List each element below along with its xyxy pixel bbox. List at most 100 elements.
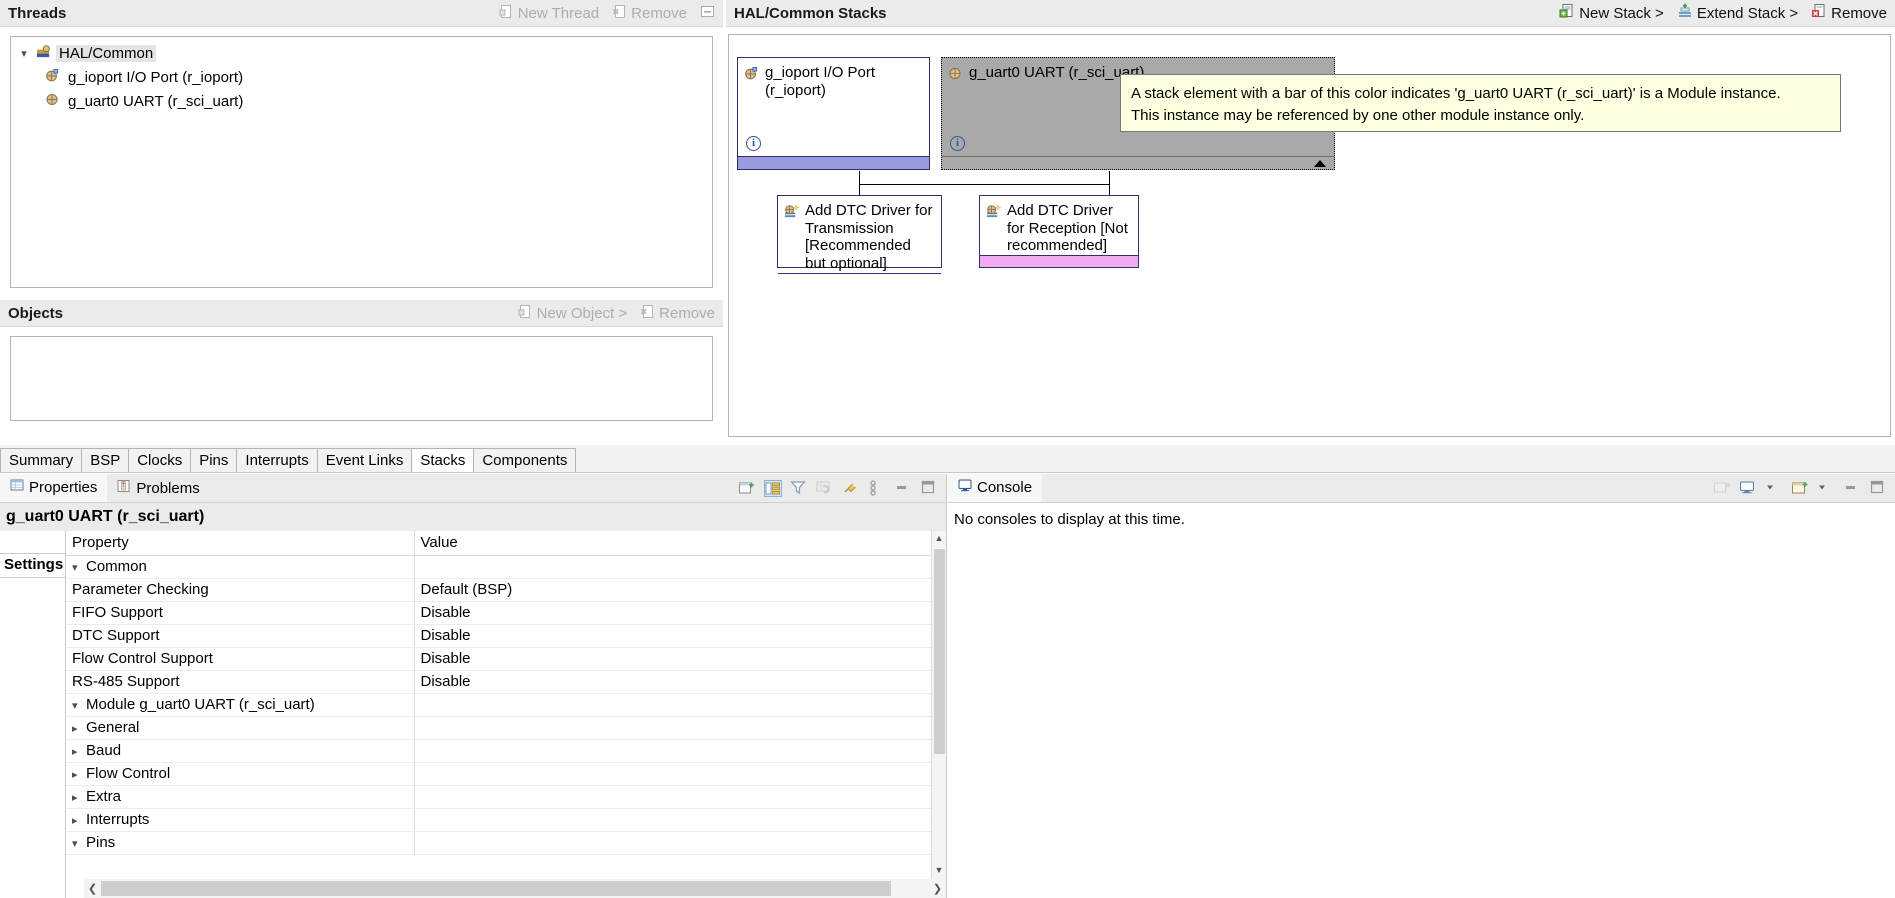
filter-icon[interactable] — [790, 480, 808, 497]
properties-table-container[interactable]: Property Value ▾ Common Parameter Checkin… — [66, 531, 946, 898]
threads-collapse-all-button[interactable] — [700, 4, 715, 23]
vertical-scroll-thumb[interactable] — [934, 549, 945, 754]
table-row[interactable]: ▸ General — [66, 716, 946, 740]
row-value[interactable] — [414, 808, 946, 832]
table-row[interactable]: RS-485 Support Disable — [66, 670, 946, 694]
new-thread-label: New Thread — [517, 4, 600, 22]
row-value[interactable]: Disable — [414, 647, 946, 671]
stack-box-ioport[interactable]: g_ioport I/O Port (r_ioport) i — [737, 57, 930, 170]
threads-panel-header: Threads New Thread Remove — [0, 0, 723, 27]
maximize-icon[interactable] — [920, 480, 938, 497]
console-content[interactable]: No consoles to display at this time. — [948, 503, 1895, 536]
table-row[interactable]: FIFO Support Disable — [66, 601, 946, 625]
table-row[interactable]: ▸ Interrupts — [66, 808, 946, 832]
tooltip-line-2: This instance may be referenced by one o… — [1131, 106, 1585, 124]
view-tab-properties[interactable]: Properties — [0, 474, 108, 502]
new-stack-button[interactable]: New Stack > — [1559, 3, 1664, 23]
maximize-icon[interactable] — [1869, 480, 1887, 497]
objects-panel: Objects New Object > Remove — [0, 300, 723, 445]
row-value[interactable]: Disable — [414, 624, 946, 648]
tab-interrupts[interactable]: Interrupts — [236, 448, 318, 472]
scroll-right-arrow-icon[interactable]: ❯ — [929, 882, 946, 895]
chevron-down-icon[interactable]: ▾ — [72, 699, 86, 712]
row-value[interactable]: Disable — [414, 601, 946, 625]
table-row[interactable]: Parameter Checking Default (BSP) — [66, 578, 946, 602]
open-console-icon[interactable] — [1791, 480, 1809, 497]
row-label: Pins — [86, 834, 116, 851]
row-value[interactable] — [414, 785, 946, 809]
table-row[interactable]: ▾ Common — [66, 555, 946, 579]
tab-pins[interactable]: Pins — [190, 448, 238, 472]
scroll-left-arrow-icon[interactable]: ❮ — [84, 882, 101, 895]
tree-item-g-ioport[interactable]: g_ioport I/O Port (r_ioport) — [11, 65, 712, 89]
tab-components[interactable]: Components — [473, 448, 577, 472]
table-row[interactable]: ▸ Flow Control — [66, 762, 946, 786]
restore-defaults-icon — [816, 480, 834, 497]
new-properties-view-icon[interactable] — [738, 480, 756, 497]
console-message: No consoles to display at this time. — [954, 511, 1185, 528]
chevron-right-icon[interactable]: ▸ — [72, 722, 86, 735]
properties-icon — [10, 478, 24, 496]
table-row[interactable]: ▾ Pins — [66, 831, 946, 855]
scroll-down-arrow-icon[interactable]: ▼ — [932, 863, 946, 878]
tab-bsp[interactable]: BSP — [81, 448, 130, 472]
tab-stacks[interactable]: Stacks — [411, 448, 475, 472]
info-icon[interactable]: i — [950, 136, 965, 151]
view-tab-problems[interactable]: Problems — [107, 474, 209, 502]
info-icon[interactable]: i — [746, 136, 761, 151]
properties-vertical-scrollbar[interactable]: ▲ ▼ — [931, 531, 946, 898]
row-label: Common — [86, 558, 147, 575]
open-console-dropdown-icon[interactable] — [1817, 480, 1835, 497]
tab-clocks[interactable]: Clocks — [128, 448, 192, 472]
objects-list[interactable] — [10, 336, 713, 421]
row-value[interactable] — [414, 739, 946, 763]
chevron-down-icon[interactable]: ▾ — [72, 561, 86, 574]
stack-box-dtc-transmission[interactable]: Add DTC Driver for Transmission [Recomme… — [777, 195, 942, 274]
view-menu-icon[interactable] — [868, 479, 886, 497]
row-value[interactable] — [414, 831, 946, 855]
threads-remove-button[interactable]: Remove — [612, 4, 687, 23]
tab-event-links[interactable]: Event Links — [316, 448, 413, 472]
chevron-down-icon[interactable]: ▾ — [17, 47, 31, 60]
minimize-icon[interactable] — [1843, 480, 1861, 497]
objects-remove-button[interactable]: Remove — [640, 304, 715, 323]
chevron-right-icon[interactable]: ▸ — [72, 768, 86, 781]
table-row[interactable]: ▸ Extra — [66, 785, 946, 809]
row-value[interactable] — [414, 762, 946, 786]
side-tab-settings[interactable]: Settings — [0, 553, 65, 578]
chevron-right-icon[interactable]: ▸ — [72, 791, 86, 804]
new-thread-button[interactable]: New Thread — [499, 4, 599, 23]
horizontal-scroll-track[interactable] — [101, 881, 929, 896]
row-value[interactable] — [414, 716, 946, 740]
row-value[interactable]: Disable — [414, 670, 946, 694]
chevron-right-icon[interactable]: ▸ — [72, 814, 86, 827]
extend-stack-button[interactable]: Extend Stack > — [1677, 3, 1798, 23]
scroll-up-arrow-icon[interactable]: ▲ — [932, 531, 946, 546]
connector-line — [859, 171, 860, 185]
stack-box-dtc-reception[interactable]: Add DTC Driver for Reception [Not recomm… — [979, 195, 1139, 268]
display-selected-console-dropdown-icon[interactable] — [1765, 480, 1783, 497]
pin-to-selection-icon[interactable] — [842, 480, 860, 497]
row-value[interactable] — [414, 693, 946, 717]
row-value[interactable] — [414, 555, 946, 579]
table-row[interactable]: DTC Support Disable — [66, 624, 946, 648]
table-row[interactable]: ▾ Module g_uart0 UART (r_sci_uart) — [66, 693, 946, 717]
row-value[interactable]: Default (BSP) — [414, 578, 946, 602]
properties-horizontal-scrollbar[interactable]: ❮ ❯ — [84, 879, 946, 898]
stacks-remove-button[interactable]: Remove — [1811, 3, 1887, 23]
chevron-right-icon[interactable]: ▸ — [72, 745, 86, 758]
tab-summary[interactable]: Summary — [0, 448, 83, 472]
horizontal-scroll-thumb[interactable] — [101, 881, 891, 896]
display-selected-console-icon[interactable] — [1739, 480, 1757, 497]
expand-children-arrow-icon[interactable] — [1314, 160, 1326, 167]
show-categories-icon[interactable] — [764, 479, 782, 497]
table-row[interactable]: Flow Control Support Disable — [66, 647, 946, 671]
new-object-button[interactable]: New Object > — [518, 304, 627, 323]
tree-item-hal-common[interactable]: ▾ HAL/Common — [11, 41, 712, 65]
chevron-down-icon[interactable]: ▾ — [72, 837, 86, 850]
table-row[interactable]: ▸ Baud — [66, 739, 946, 763]
threads-tree[interactable]: ▾ HAL/Common g_ioport I/O Port (r_ioport… — [10, 36, 713, 288]
tree-item-g-uart0[interactable]: g_uart0 UART (r_sci_uart) — [11, 89, 712, 113]
view-tab-console[interactable]: Console — [948, 474, 1043, 502]
minimize-icon[interactable] — [894, 480, 912, 497]
